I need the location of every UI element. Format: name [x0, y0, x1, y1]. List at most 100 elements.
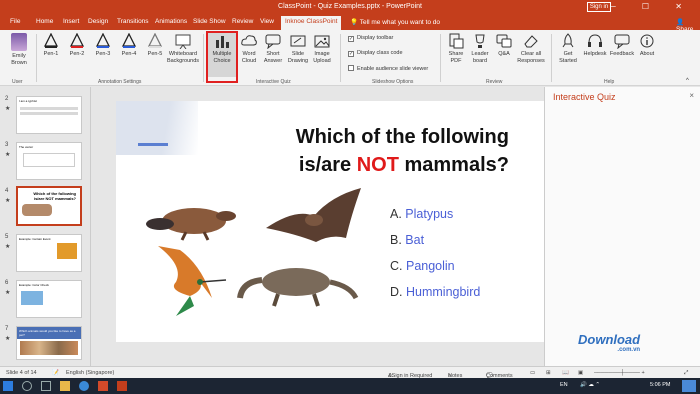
- window-controls[interactable]: ─ ☐ ✕: [610, 2, 694, 11]
- slideshow-icon[interactable]: ▣: [578, 370, 583, 376]
- file-explorer-icon[interactable]: [60, 381, 70, 391]
- decorative-shape: [116, 101, 198, 155]
- enable-audience-viewer-checkbox[interactable]: Enable audience slide viewer: [348, 65, 428, 72]
- user-button[interactable]: Emily Brown: [6, 33, 32, 66]
- pen-1-button[interactable]: Pen-1: [40, 33, 62, 58]
- display-class-code-checkbox[interactable]: ✓ Display class code: [348, 50, 403, 57]
- help-label-1: Get: [563, 51, 573, 57]
- help-label-1: Helpdesk: [583, 51, 607, 57]
- notification-icon[interactable]: [682, 380, 696, 392]
- language-indicator[interactable]: English (Singapore): [66, 370, 114, 376]
- whiteboard-backgrounds-button[interactable]: Whiteboard Backgrounds: [166, 33, 200, 64]
- slide-thumbnail[interactable]: Example: Certain Event: [16, 234, 82, 272]
- short-answer-button[interactable]: Short Answer: [261, 33, 285, 64]
- tab-view[interactable]: View: [260, 18, 274, 25]
- feedback-button[interactable]: Feedback: [609, 33, 635, 58]
- decorative-bar: [138, 143, 168, 146]
- tab-slide-show[interactable]: Slide Show: [193, 18, 226, 25]
- pen-3-button[interactable]: Pen-3: [92, 33, 114, 58]
- slide-thumbnail-pane[interactable]: 2 ★ I am a typhist 3 ★ The vector 4 ★ Wh…: [0, 87, 91, 366]
- whiteboard-icon: [175, 34, 191, 49]
- pen-1-label: Pen-1: [43, 51, 59, 57]
- tab-file[interactable]: File: [10, 18, 20, 25]
- tell-me-box[interactable]: 💡 Tell me what you want to do: [350, 18, 440, 26]
- tab-review[interactable]: Review: [232, 18, 253, 25]
- answer-option-c[interactable]: C. Pangolin: [390, 253, 480, 279]
- slide-number: 5: [5, 234, 9, 240]
- tab-insert[interactable]: Insert: [63, 18, 79, 25]
- thumbnail-image: [57, 243, 77, 259]
- checkbox-checked[interactable]: ✓: [348, 36, 354, 42]
- tab-home[interactable]: Home: [36, 18, 53, 25]
- tab-design[interactable]: Design: [88, 18, 108, 25]
- tab-inknoe-classpoint[interactable]: Inknoe ClassPoint: [281, 16, 342, 30]
- slide-sorter-icon[interactable]: ⊞: [546, 370, 551, 376]
- pen-2-button[interactable]: Pen-2: [66, 33, 88, 58]
- slide-thumbnail[interactable]: Which animals would you like to have as …: [16, 326, 82, 360]
- helpdesk-button[interactable]: Helpdesk: [582, 33, 608, 58]
- checkbox-unchecked[interactable]: [348, 65, 354, 71]
- slide-thumbnail[interactable]: The vector: [16, 142, 82, 180]
- pen-2-label: Pen-2: [69, 51, 85, 57]
- quiz-label-1: Slide: [291, 51, 305, 57]
- slide-thumbnail-selected[interactable]: Which of the following is/are NOT mammal…: [16, 186, 82, 226]
- share-pdf-button[interactable]: Share PDF: [445, 33, 467, 64]
- slide-canvas[interactable]: Which of the following is/are NOT mammal…: [116, 101, 545, 342]
- answer-option-d[interactable]: D. Hummingbird: [390, 279, 480, 305]
- question-emphasis: NOT: [356, 154, 399, 176]
- pen-4-button[interactable]: Pen-4: [118, 33, 140, 58]
- input-language[interactable]: EN: [560, 382, 568, 388]
- clock[interactable]: 5:06 PM: [650, 382, 670, 388]
- pen-icon: [69, 33, 85, 48]
- answer-option-b[interactable]: B. Bat: [390, 227, 480, 253]
- divider: [36, 34, 37, 82]
- clear-all-responses-button[interactable]: Clear all Responses: [516, 33, 546, 64]
- chat-bubble-icon: [265, 34, 281, 49]
- star-icon: ★: [5, 106, 11, 112]
- thumbnail-title: Example: Certain Event: [19, 237, 51, 241]
- group-label-annotation: Annotation Settings: [98, 79, 142, 85]
- checkbox-checked[interactable]: ✓: [348, 51, 354, 57]
- pen-4-label: Pen-4: [121, 51, 137, 57]
- slide-drawing-button[interactable]: Slide Drawing: [286, 33, 310, 64]
- about-button[interactable]: About: [636, 33, 658, 58]
- qa-button[interactable]: Q&A: [493, 33, 515, 58]
- spellcheck-icon[interactable]: 📝: [52, 370, 59, 376]
- system-tray-icons[interactable]: 🔊 ☁ ⌃: [580, 382, 600, 388]
- edge-icon[interactable]: [79, 381, 89, 391]
- headset-icon: [588, 34, 602, 47]
- trophy-icon: [475, 34, 485, 48]
- sign-in-button[interactable]: Sign in: [587, 2, 611, 12]
- pen-5-button[interactable]: Pen-5: [144, 33, 166, 58]
- search-icon[interactable]: [22, 381, 32, 391]
- image-upload-button[interactable]: Image Upload: [310, 33, 334, 64]
- leaderboard-button[interactable]: Leader board: [469, 33, 491, 64]
- windows-start-icon[interactable]: [3, 381, 13, 391]
- thumbnail-content: [20, 112, 78, 115]
- powerpoint-icon[interactable]: [117, 381, 127, 391]
- display-toolbar-checkbox[interactable]: ✓ Display toolbar: [348, 35, 393, 42]
- star-icon: ★: [5, 152, 11, 158]
- tab-animations[interactable]: Animations: [155, 18, 187, 25]
- word-cloud-button[interactable]: Word Cloud: [238, 33, 260, 64]
- star-icon: ★: [5, 290, 11, 296]
- task-view-icon[interactable]: [41, 381, 51, 391]
- option-label: Display class code: [357, 50, 403, 56]
- slide-thumbnail[interactable]: I am a typhist: [16, 96, 82, 134]
- answer-option-a[interactable]: A. Platypus: [390, 201, 480, 227]
- reading-view-icon[interactable]: 📖: [562, 370, 569, 376]
- group-label-interactive-quiz: Interactive Quiz: [256, 79, 291, 85]
- app-icon[interactable]: [98, 381, 108, 391]
- ribbon-tabs: File Home Insert Design Transitions Anim…: [0, 15, 700, 33]
- get-started-button[interactable]: Get Started: [556, 33, 580, 64]
- tab-transitions[interactable]: Transitions: [117, 18, 149, 25]
- zoom-slider[interactable]: –──────┼──── +: [594, 370, 645, 376]
- group-label-user: User: [12, 79, 23, 85]
- fit-slide-icon[interactable]: ⤢: [684, 370, 688, 377]
- normal-view-icon[interactable]: ▭: [530, 370, 535, 376]
- slide-editor[interactable]: Which of the following is/are NOT mammal…: [92, 87, 545, 366]
- close-pane-button[interactable]: ×: [689, 91, 694, 100]
- quiz-label-2: Upload: [313, 57, 331, 64]
- collapse-ribbon-icon[interactable]: ^: [686, 78, 689, 84]
- slide-thumbnail[interactable]: Example: Color Check: [16, 280, 82, 318]
